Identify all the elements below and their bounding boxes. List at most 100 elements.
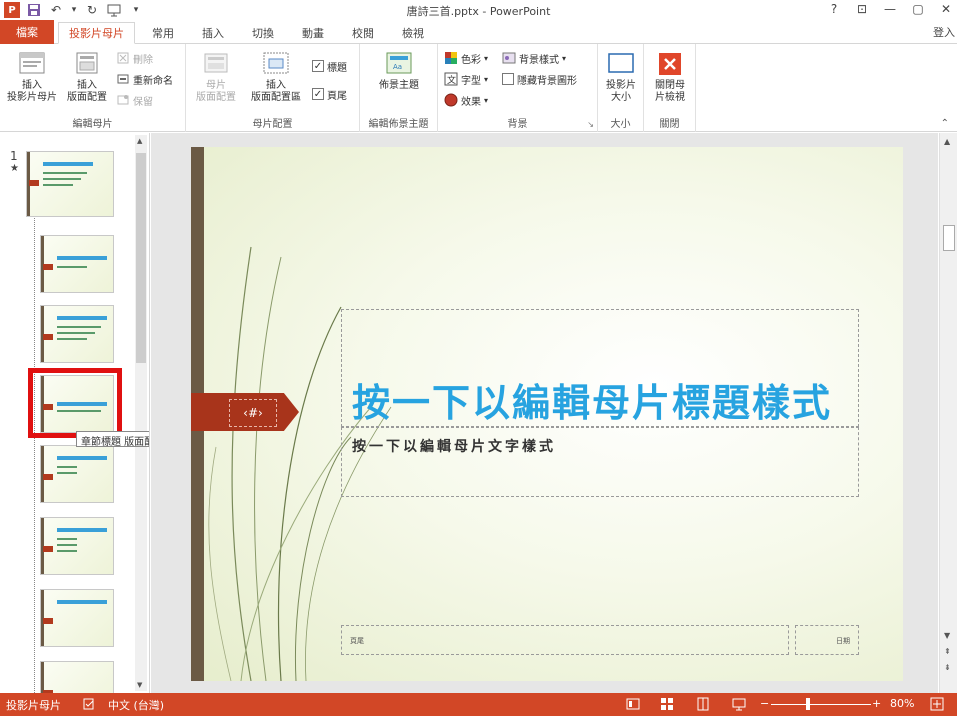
tab-review[interactable]: 校閱 (342, 22, 384, 44)
hide-background-row[interactable]: 隱藏背景圖形 (502, 71, 577, 87)
spelling-check-icon[interactable] (82, 697, 96, 711)
thumbnail-layout-title-only[interactable] (40, 589, 114, 647)
date-placeholder[interactable]: 日期 (795, 625, 859, 655)
thumbnail-scroll-thumb[interactable] (136, 153, 146, 363)
thumbnail-layout-two-content[interactable] (40, 445, 114, 503)
close-icon[interactable]: ✕ (939, 1, 953, 17)
group-background: 色彩 ▾ 文 字型 ▾ 效果 ▾ 背景樣式 ▾ 隱藏背景圖形 ↘ 背景 (438, 44, 598, 132)
thumbnail-layout-comparison[interactable] (40, 517, 114, 575)
master-layout-icon (201, 50, 231, 78)
insert-layout-button[interactable]: 插入 版面配置 (62, 50, 112, 104)
title-checkbox-row[interactable]: ✓ 標題 (312, 58, 347, 74)
tab-transitions[interactable]: 切換 (242, 22, 284, 44)
selected-layout-highlight (28, 368, 122, 438)
slide-size-button[interactable]: 投影片 大小 (600, 50, 642, 104)
slide-master-layout[interactable]: ‹#› 按一下以編輯母片標題樣式 按一下以編輯母片文字樣式 頁尾 日期 (191, 147, 903, 681)
zoom-in-button[interactable]: + (872, 697, 881, 710)
canvas-scroll-thumb[interactable] (943, 225, 955, 251)
ribbon-display-options-icon[interactable]: ⊡ (855, 1, 869, 17)
zoom-slider-track[interactable] (771, 704, 871, 705)
collapse-ribbon-icon[interactable]: ⌃ (941, 118, 949, 129)
scroll-down-icon[interactable]: ▼ (137, 681, 142, 689)
ribbon: 插入 投影片母片 插入 版面配置 刪除 重新命名 保留 編輯母片 母片 版面配置… (0, 44, 957, 132)
colors-button[interactable]: 色彩 ▾ (444, 50, 488, 66)
start-from-beginning-icon[interactable] (106, 2, 122, 18)
footer-placeholder[interactable]: 頁尾 (341, 625, 789, 655)
insert-slide-master-button[interactable]: 插入 投影片母片 (4, 50, 60, 104)
layout-connector (34, 213, 35, 693)
insert-placeholder-button[interactable]: 插入 版面配置區 (244, 50, 308, 104)
restore-icon[interactable]: ▢ (911, 1, 925, 17)
group-label-background: 背景 (507, 119, 528, 130)
zoom-slider-handle[interactable] (806, 698, 810, 710)
tab-home[interactable]: 常用 (142, 22, 184, 44)
text-placeholder[interactable]: 按一下以編輯母片文字樣式 (341, 427, 859, 497)
title-placeholder[interactable]: 按一下以編輯母片標題樣式 (341, 309, 859, 427)
tab-file[interactable]: 檔案 (0, 20, 54, 44)
group-edit-theme: Aa 佈景主題 編輯佈景主題 (360, 44, 438, 132)
footer-checkbox-row[interactable]: ✓ 頁尾 (312, 86, 347, 102)
customize-qat-icon[interactable]: ▾ (128, 2, 144, 18)
tab-slide-master[interactable]: 投影片母片 (58, 22, 135, 44)
master-layout-button[interactable]: 母片 版面配置 (192, 50, 240, 104)
fonts-button[interactable]: 文 字型 ▾ (444, 71, 488, 87)
rename-button[interactable]: 重新命名 (116, 71, 173, 87)
tab-animations[interactable]: 動畫 (292, 22, 334, 44)
thumbnail-layout-title[interactable] (40, 235, 114, 293)
thumbnail-layout-blank[interactable] (40, 661, 114, 693)
title-bar: P ↶ ▾ ↻ ▾ 唐詩三首.pptx - PowerPoint ? ⊡ — ▢… (0, 0, 957, 20)
thumbnail-scrollbar[interactable]: ▲ ▼ (135, 135, 147, 691)
fit-slide-icon[interactable] (930, 697, 944, 711)
undo-dropdown-icon[interactable]: ▾ (70, 2, 78, 18)
sign-in-link[interactable]: 登入 (933, 24, 955, 40)
close-master-view-button[interactable]: 關閉母 片檢視 (648, 50, 692, 104)
slide-master-icon (17, 50, 47, 78)
title-checkbox[interactable]: ✓ (312, 60, 324, 72)
delete-button[interactable]: 刪除 (116, 50, 153, 66)
scroll-up-icon[interactable]: ▲ (944, 137, 950, 146)
normal-view-icon[interactable] (626, 697, 640, 711)
transition-star-icon: ★ (10, 163, 19, 174)
text-placeholder-text: 按一下以編輯母片文字樣式 (352, 439, 556, 455)
thumbnail-master[interactable] (26, 151, 114, 217)
effects-button[interactable]: 效果 ▾ (444, 92, 488, 108)
fonts-icon: 文 (444, 72, 458, 86)
slide-number: 1 (10, 149, 18, 163)
group-master-layout: 母片 版面配置 插入 版面配置區 ✓ 標題 ✓ 頁尾 母片配置 (186, 44, 360, 132)
canvas-vertical-scrollbar[interactable]: ▲ ▼ ⇞ ⇟ (939, 133, 957, 693)
scroll-up-icon[interactable]: ▲ (137, 137, 142, 145)
undo-icon[interactable]: ↶ (48, 2, 64, 18)
layout-icon (72, 50, 102, 78)
colors-icon (444, 51, 458, 65)
scroll-down-icon[interactable]: ▼ (944, 631, 950, 640)
footer-checkbox[interactable]: ✓ (312, 88, 324, 100)
slide-number-placeholder[interactable]: ‹#› (229, 399, 277, 427)
layout-tooltip: 章節標題 版面配置: 由投影片 1 所使用 (76, 431, 149, 448)
zoom-out-button[interactable]: − (760, 697, 769, 710)
group-size: 投影片 大小 大小 (598, 44, 644, 132)
tab-view[interactable]: 檢視 (392, 22, 434, 44)
hide-background-checkbox[interactable] (502, 73, 514, 85)
save-icon[interactable] (26, 2, 42, 18)
zoom-level[interactable]: 80% (890, 697, 914, 710)
themes-button[interactable]: Aa 佈景主題 (370, 50, 428, 92)
rename-icon (116, 72, 130, 86)
background-styles-button[interactable]: 背景樣式 ▾ (502, 50, 566, 66)
thumbnail-pane: 1 ★ 章節標題 版面配置: 由投影片 1 所使用 ▲ ▼ (0, 133, 150, 693)
tab-insert[interactable]: 插入 (192, 22, 234, 44)
svg-text:Aa: Aa (393, 63, 402, 71)
previous-slide-icon[interactable]: ⇞ (944, 647, 951, 656)
group-label-master-layout: 母片配置 (252, 119, 293, 130)
reading-view-icon[interactable] (696, 697, 710, 711)
thumbnail-layout-content[interactable] (40, 305, 114, 363)
slideshow-icon[interactable] (732, 697, 746, 711)
status-language[interactable]: 中文 (台灣) (108, 697, 164, 713)
powerpoint-app-icon[interactable]: P (4, 2, 20, 18)
slide-canvas: ‹#› 按一下以編輯母片標題樣式 按一下以編輯母片文字樣式 頁尾 日期 (151, 133, 938, 693)
minimize-icon[interactable]: — (883, 1, 897, 17)
next-slide-icon[interactable]: ⇟ (944, 663, 951, 672)
help-icon[interactable]: ? (827, 1, 841, 17)
slide-sorter-icon[interactable] (660, 697, 674, 711)
preserve-button[interactable]: 保留 (116, 92, 153, 108)
redo-icon[interactable]: ↻ (84, 2, 100, 18)
